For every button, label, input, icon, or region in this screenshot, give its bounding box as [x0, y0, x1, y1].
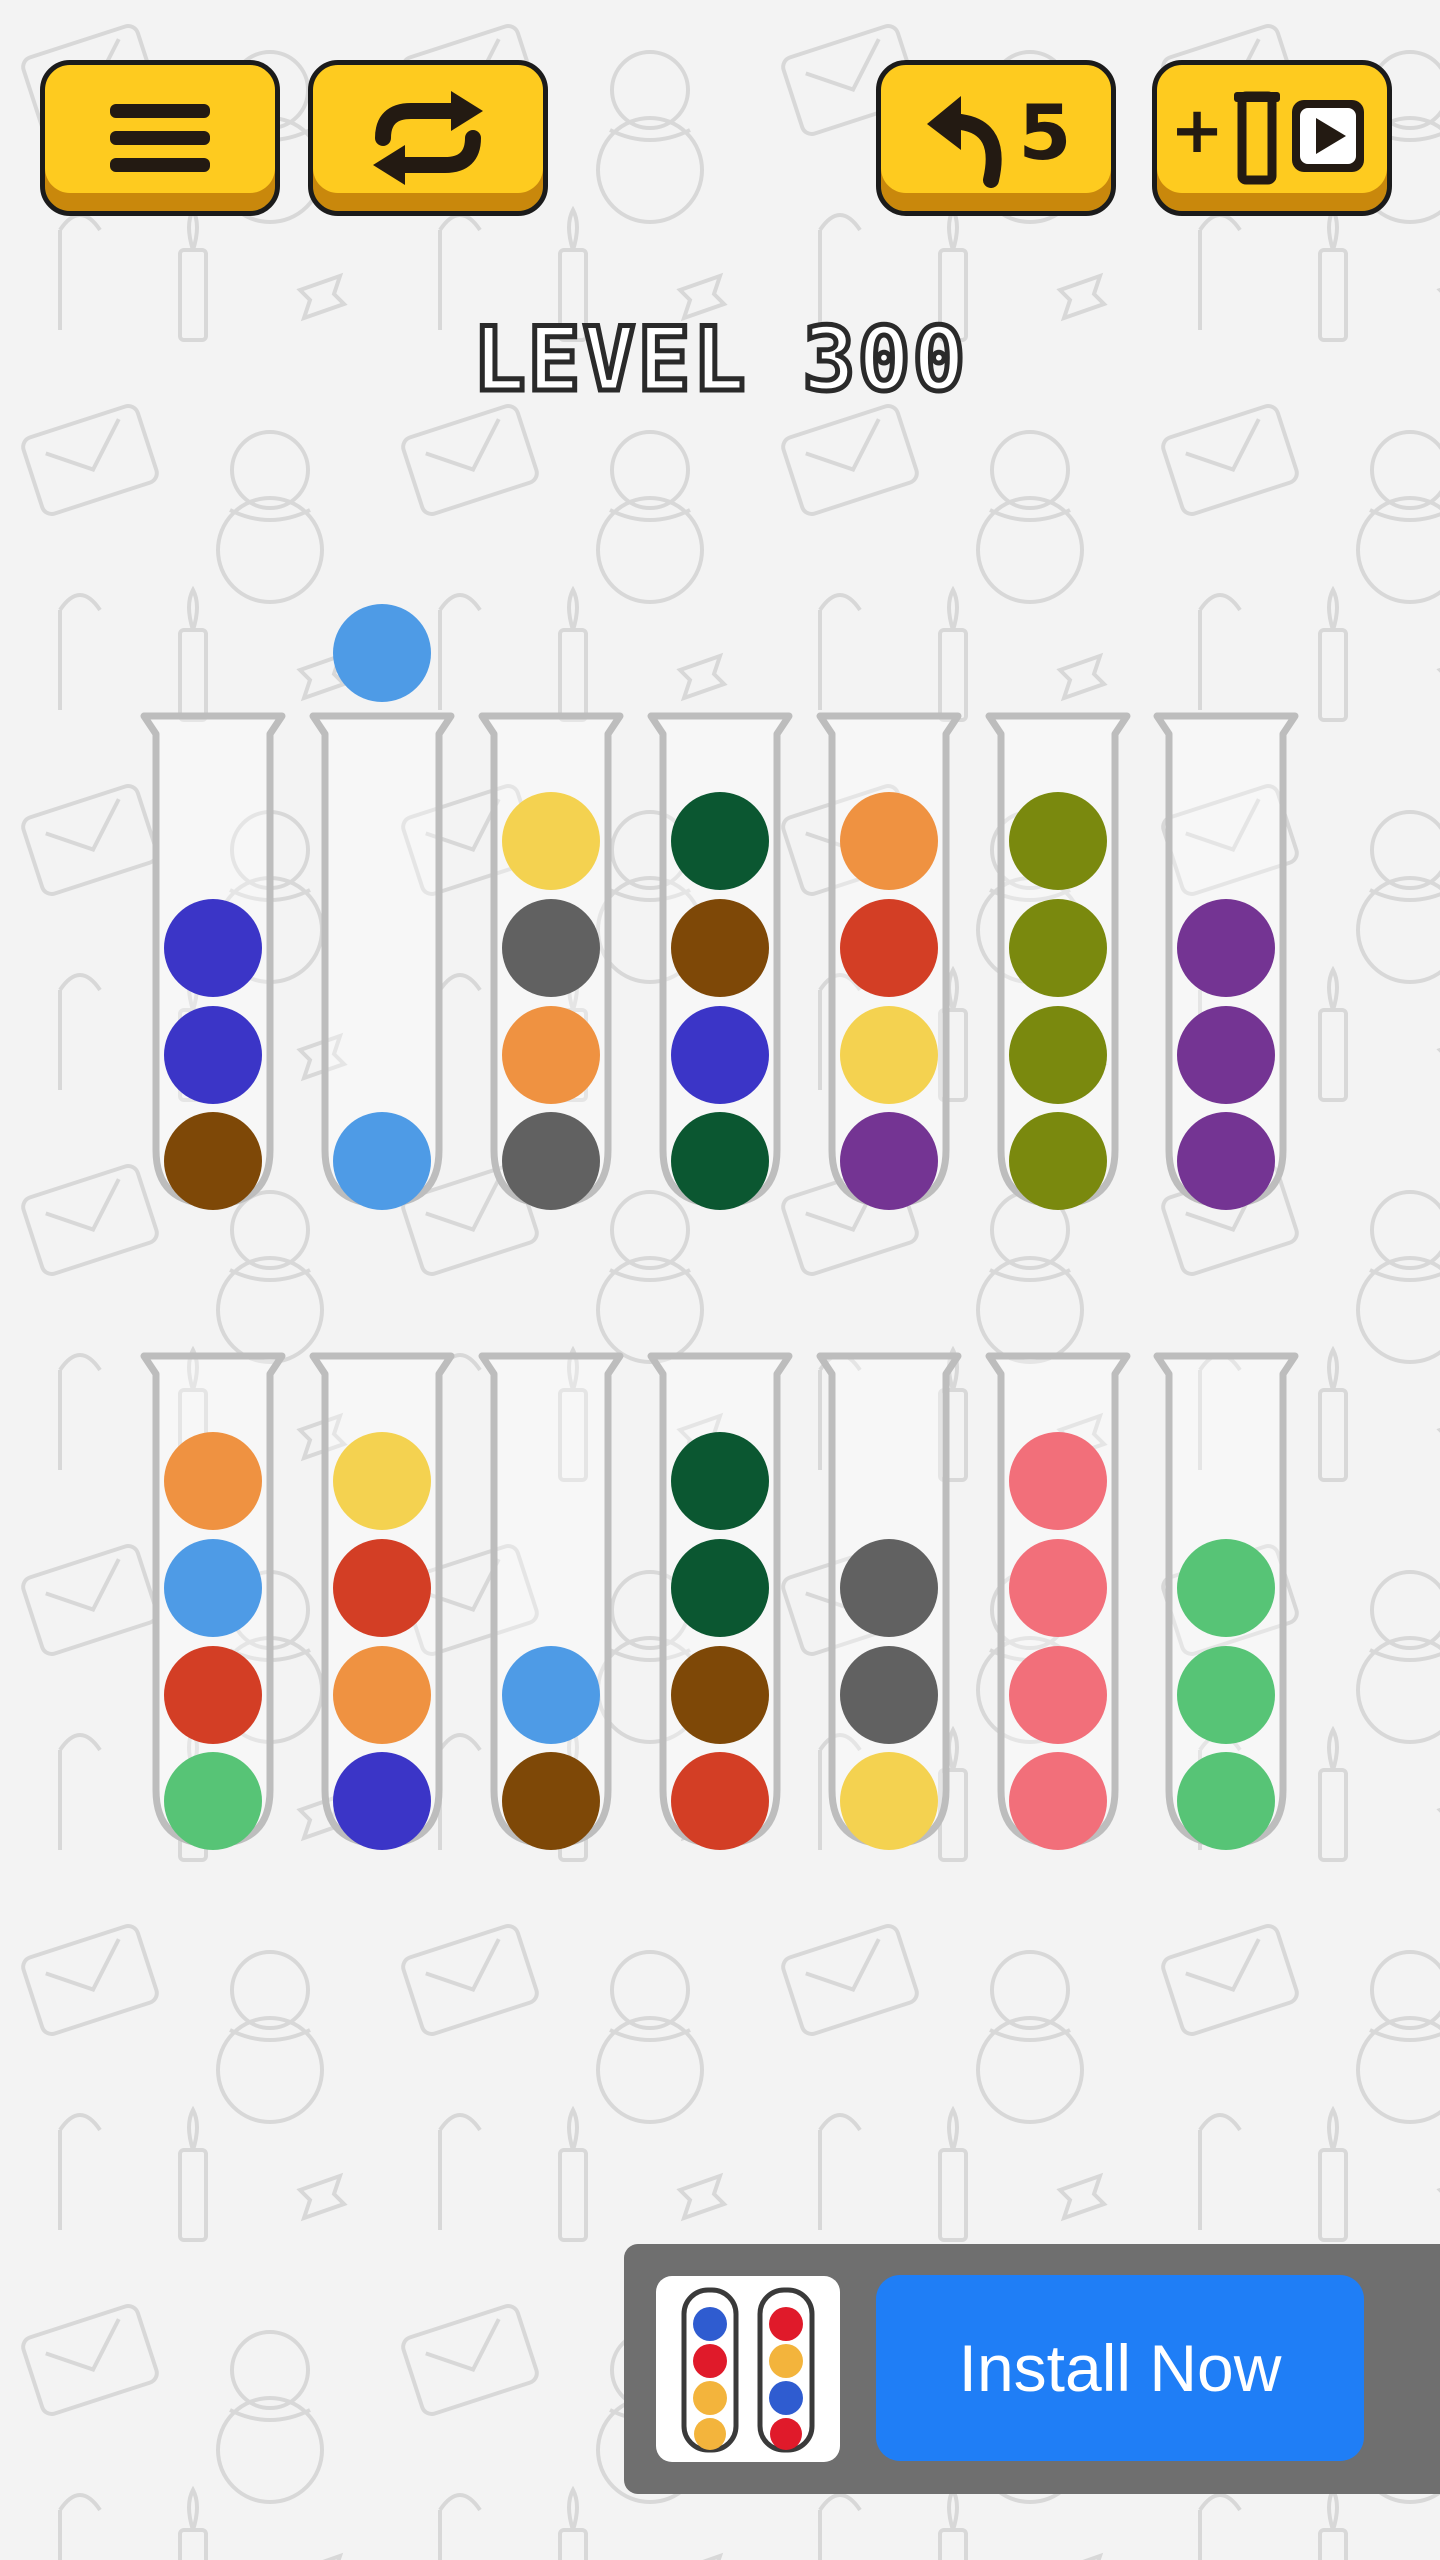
- menu-button[interactable]: [40, 60, 280, 216]
- ball-orange: [840, 792, 938, 890]
- tube-r2-2[interactable]: [307, 1350, 457, 1850]
- hamburger-icon: [110, 104, 210, 172]
- ball-indigo: [333, 1752, 431, 1850]
- ball-dark-green: [671, 792, 769, 890]
- ball-dark-green: [671, 1112, 769, 1210]
- tube-r2-1[interactable]: [138, 1350, 288, 1850]
- install-now-button[interactable]: Install Now: [876, 2275, 1364, 2461]
- ball-red: [840, 899, 938, 997]
- ball-yellow: [840, 1752, 938, 1850]
- ball-light-blue: [333, 1112, 431, 1210]
- ball-green: [1177, 1539, 1275, 1637]
- ball-purple: [1177, 899, 1275, 997]
- tube-r1-1[interactable]: [138, 710, 288, 1210]
- ball-pink: [1009, 1646, 1107, 1744]
- tube-r2-5[interactable]: [814, 1350, 964, 1850]
- tube-r2-7[interactable]: [1151, 1350, 1301, 1850]
- ball-olive: [1009, 1006, 1107, 1104]
- ball-pink: [1009, 1752, 1107, 1850]
- ball-olive: [1009, 1112, 1107, 1210]
- ball-gray: [840, 1539, 938, 1637]
- ball-yellow: [840, 1006, 938, 1104]
- restart-button[interactable]: [308, 60, 548, 216]
- ball-red: [671, 1752, 769, 1850]
- level-title: LEVEL 300: [470, 306, 968, 414]
- ball-purple: [1177, 1112, 1275, 1210]
- tube-r2-6[interactable]: [983, 1350, 1133, 1850]
- undo-button[interactable]: 5: [876, 60, 1116, 216]
- ball-pink: [1009, 1539, 1107, 1637]
- tube-r1-6[interactable]: [983, 710, 1133, 1210]
- add-tube-video-button[interactable]: +: [1152, 60, 1392, 216]
- ball-orange: [502, 1006, 600, 1104]
- ball-green: [1177, 1752, 1275, 1850]
- ball-yellow: [502, 792, 600, 890]
- ball-brown: [671, 1646, 769, 1744]
- ball-brown: [502, 1752, 600, 1850]
- ball-orange: [164, 1432, 262, 1530]
- plus-label: +: [1170, 94, 1224, 168]
- ad-banner[interactable]: Install Now: [624, 2244, 1440, 2494]
- ball-indigo: [164, 1006, 262, 1104]
- ball-indigo: [671, 1006, 769, 1104]
- tube-r1-4[interactable]: [645, 710, 795, 1210]
- ball-purple: [840, 1112, 938, 1210]
- ball-gray: [502, 899, 600, 997]
- ball-purple: [1177, 1006, 1275, 1104]
- ball-brown: [164, 1112, 262, 1210]
- ball-indigo: [164, 899, 262, 997]
- ball-green: [1177, 1646, 1275, 1744]
- tube-r2-3[interactable]: [476, 1350, 626, 1850]
- ball-red: [164, 1646, 262, 1744]
- ball-pink: [1009, 1432, 1107, 1530]
- tube-r1-3[interactable]: [476, 710, 626, 1210]
- tube-r2-4[interactable]: [645, 1350, 795, 1850]
- ball-dark-green: [671, 1432, 769, 1530]
- tube-r1-5[interactable]: [814, 710, 964, 1210]
- ball-orange: [333, 1646, 431, 1744]
- ball-olive: [1009, 899, 1107, 997]
- ball-green: [164, 1752, 262, 1850]
- ball-light-blue: [164, 1539, 262, 1637]
- tube-video-icon: [1233, 91, 1364, 185]
- ball-yellow: [333, 1432, 431, 1530]
- ball-gray: [502, 1112, 600, 1210]
- ball-red: [333, 1539, 431, 1637]
- tube-r1-2[interactable]: [307, 710, 457, 1210]
- ball-dark-green: [671, 1539, 769, 1637]
- tube-r1-7[interactable]: [1151, 710, 1301, 1210]
- ball-brown: [671, 899, 769, 997]
- ball-gray: [840, 1646, 938, 1744]
- ball-light-blue: [502, 1646, 600, 1744]
- undo-count: 5: [1018, 87, 1072, 177]
- selected-ball: [333, 604, 431, 702]
- restart-arrows-icon: [373, 91, 483, 185]
- ball-sort-app-icon[interactable]: [656, 2276, 840, 2462]
- undo-arrow-icon: [926, 96, 1002, 188]
- ball-olive: [1009, 792, 1107, 890]
